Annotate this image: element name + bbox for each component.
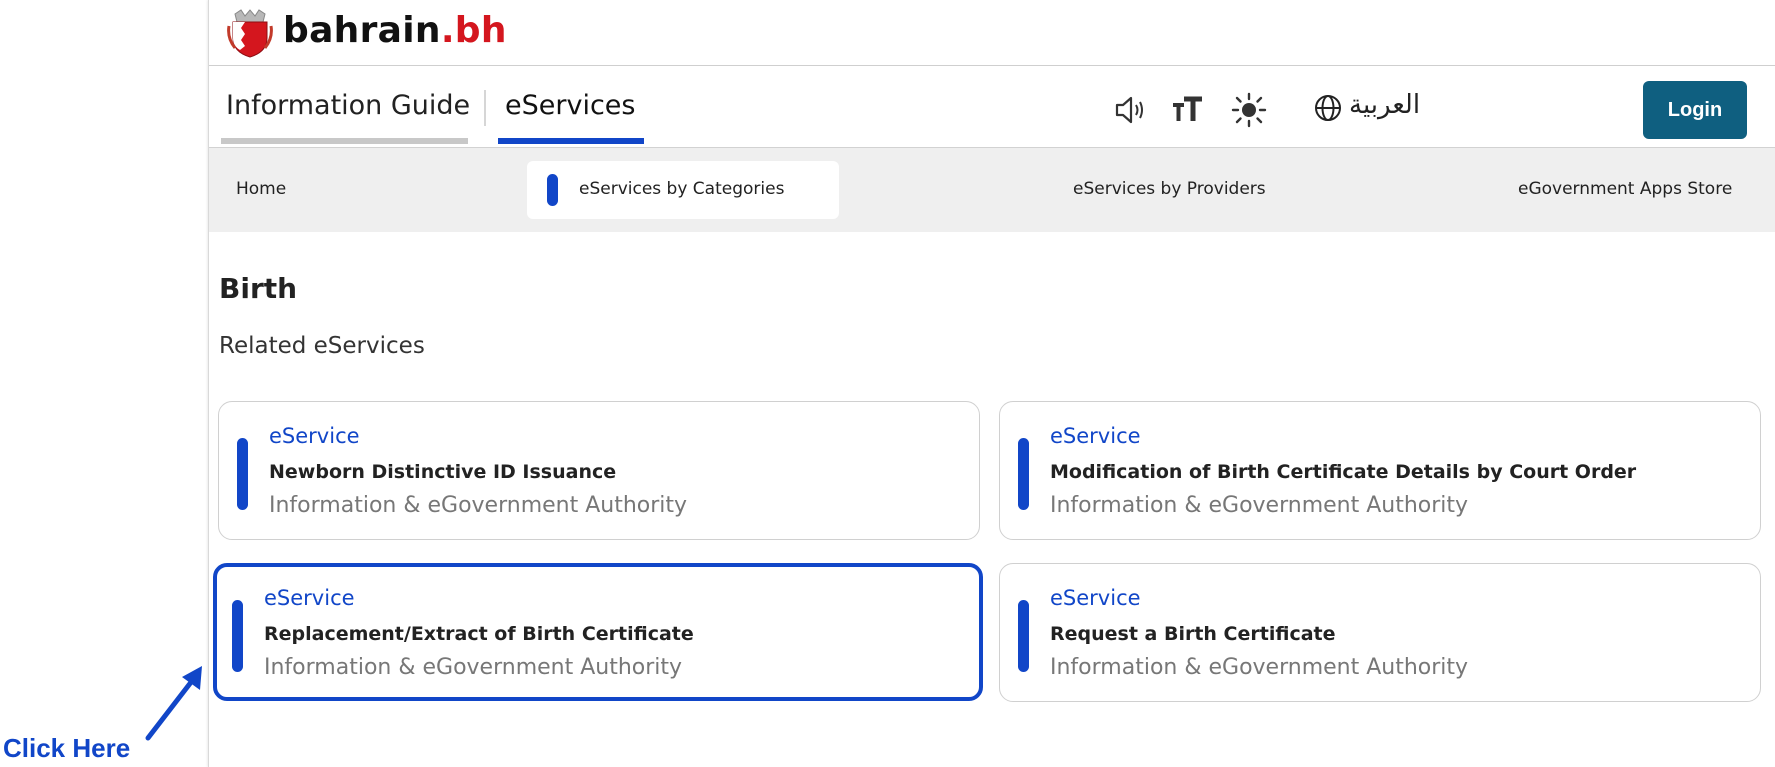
card-accent-bar [1018,438,1029,510]
tab-information-guide-underline [221,138,468,144]
subnav-item-label: eServices by Categories [579,179,785,199]
annotation-arrow-icon [145,666,202,741]
speaker-icon[interactable] [1111,92,1147,128]
globe-icon[interactable] [1313,93,1343,123]
brand-header: bahrain.bh [209,0,1775,66]
page-title: Birth [219,272,298,305]
card-type-label: eService [269,424,360,448]
card-provider: Information & eGovernment Authority [264,655,683,680]
category-subnav: Home eServices by Categories eServices b… [209,148,1775,232]
eservice-card-replacement-birth-certificate[interactable]: eService Replacement/Extract of Birth Ce… [213,563,983,701]
text-size-icon[interactable] [1170,92,1206,128]
subnav-item-egovernment-apps-store[interactable]: eGovernment Apps Store [1518,179,1732,199]
card-accent-bar [232,600,243,672]
active-indicator [547,174,558,206]
login-button[interactable]: Login [1643,81,1747,139]
card-provider: Information & eGovernment Authority [1050,493,1469,518]
card-type-label: eService [264,586,355,610]
annotation-click-here: Click Here [3,733,131,763]
card-provider: Information & eGovernment Authority [1050,655,1469,680]
subnav-item-home[interactable]: Home [236,179,286,199]
subnav-item-eservices-by-providers[interactable]: eServices by Providers [1073,179,1266,199]
section-heading: Related eServices [219,333,425,359]
tab-separator [484,90,486,126]
card-provider: Information & eGovernment Authority [269,493,688,518]
subnav-item-eservices-by-categories[interactable]: eServices by Categories [527,161,839,219]
eservice-card-newborn-id[interactable]: eService Newborn Distinctive ID Issuance… [218,401,980,540]
card-title: Replacement/Extract of Birth Certificate [264,623,694,645]
brand-wordmark[interactable]: bahrain.bh [283,10,507,51]
card-title: Modification of Birth Certificate Detail… [1050,461,1637,483]
main-navbar: Information Guide eServices العربية Logi… [209,66,1775,148]
eservice-card-modification-birth-certificate[interactable]: eService Modification of Birth Certifica… [999,401,1761,540]
card-title: Request a Birth Certificate [1050,623,1336,645]
eservice-card-request-birth-certificate[interactable]: eService Request a Birth Certificate Inf… [999,563,1761,702]
language-switch-arabic[interactable]: العربية [1349,90,1420,120]
bahrain-emblem-icon[interactable] [227,8,273,58]
card-title: Newborn Distinctive ID Issuance [269,461,617,483]
card-type-label: eService [1050,424,1141,448]
tab-eservices-active-underline [498,138,644,144]
contrast-icon[interactable] [1231,92,1267,128]
card-accent-bar [237,438,248,510]
card-accent-bar [1018,600,1029,672]
tab-eservices[interactable]: eServices [505,90,635,121]
card-type-label: eService [1050,586,1141,610]
tab-information-guide[interactable]: Information Guide [226,90,470,121]
browser-page: bahrain.bh Information Guide eServices ا… [208,0,1775,767]
